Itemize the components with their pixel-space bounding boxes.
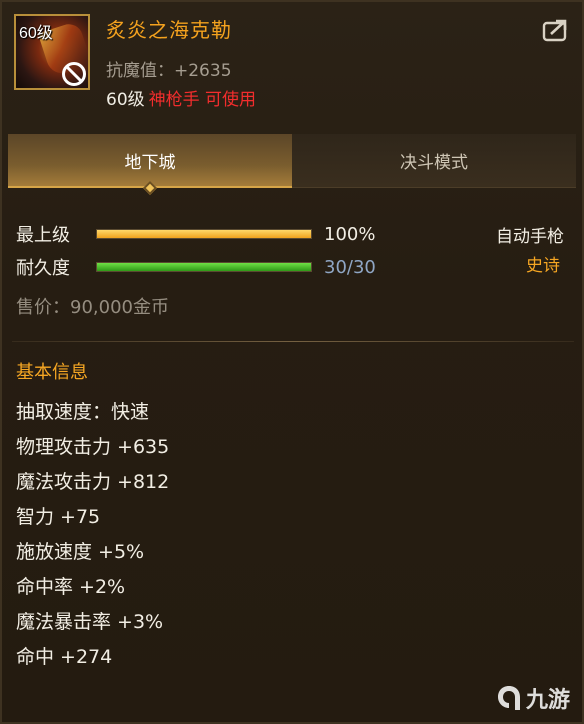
durability-label: 耐久度	[16, 258, 70, 279]
requirement-line: 60级 神枪手 可使用	[106, 85, 256, 110]
upgrade-bar	[96, 229, 312, 239]
attribute-item: 智力 +75	[16, 506, 101, 528]
magic-resist-value: 抗魔值：+2635	[106, 61, 232, 81]
attribute-list: 抽取速度：快速 物理攻击力 +635 魔法攻击力 +812 智力 +75 施放速…	[16, 395, 169, 675]
attribute-item: 施放速度 +5%	[16, 541, 145, 563]
rarity-label: 史诗	[526, 256, 560, 276]
watermark-text: 九游	[525, 688, 570, 713]
required-level: 60级	[106, 90, 145, 110]
attribute-item: 魔法攻击力 +812	[16, 471, 170, 493]
attribute-item: 命中率 +2%	[16, 576, 126, 598]
share-icon[interactable]	[542, 18, 570, 42]
tab-duel-label: 决斗模式	[400, 153, 468, 173]
durability-bar-row: 耐久度 30/30	[16, 253, 376, 281]
item-name: 炙炎之海克勒	[106, 18, 232, 42]
forbid-icon	[62, 62, 86, 86]
section-title-basic-info: 基本信息	[16, 362, 88, 383]
tab-dungeon-label: 地下城	[124, 152, 176, 173]
upgrade-bar-row: 最上级 100%	[16, 220, 375, 248]
item-header: 60级 炙炎之海克勒 抗魔值：+2635 60级 神枪手 可使用	[2, 2, 582, 120]
attribute-item: 魔法暴击率 +3%	[16, 611, 164, 633]
item-tooltip-panel: 60级 炙炎之海克勒 抗魔值：+2635 60级 神枪手 可使用 地下城 决斗模式…	[0, 0, 584, 724]
watermark: 九游	[494, 682, 570, 714]
durability-bar	[96, 262, 312, 272]
durability-value: 30/30	[324, 256, 376, 278]
attribute-item: 命中 +274	[16, 646, 113, 668]
item-level-tag: 60级	[19, 25, 53, 42]
jiuyou-logo-icon	[497, 686, 520, 710]
tab-duel-mode[interactable]: 决斗模式	[292, 134, 576, 188]
tab-dungeon[interactable]: 地下城	[8, 134, 292, 196]
upgrade-bar-fill	[97, 230, 311, 238]
divider	[12, 341, 574, 342]
item-icon[interactable]: 60级	[14, 14, 90, 90]
attribute-item: 物理攻击力 +635	[16, 436, 170, 458]
weapon-type: 自动手枪	[496, 227, 564, 247]
mode-tabs: 地下城 决斗模式	[8, 134, 576, 196]
required-class: 神枪手 可使用	[148, 90, 257, 110]
attribute-item: 抽取速度：快速	[16, 401, 150, 423]
diamond-icon	[142, 180, 158, 196]
sell-price: 售价：90,000金币	[16, 297, 169, 318]
durability-bar-fill	[97, 263, 311, 271]
upgrade-label: 最上级	[16, 225, 70, 246]
upgrade-value: 100%	[324, 223, 376, 245]
